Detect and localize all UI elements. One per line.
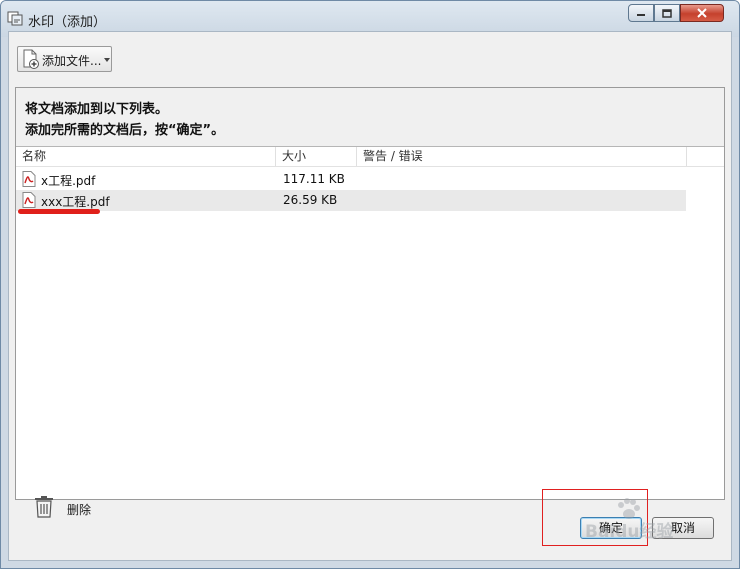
file-list-panel: 将文档添加到以下列表。 添加完所需的文档后，按“确定”。 名称 大小 警告 / … xyxy=(15,87,725,500)
instruction-line-2: 添加完所需的文档后，按“确定”。 xyxy=(25,123,225,138)
pdf-file-icon xyxy=(22,171,36,187)
watermark-app-icon xyxy=(7,11,23,26)
add-files-button[interactable]: 添加文件... xyxy=(17,46,112,72)
add-files-label: 添加文件... xyxy=(42,54,102,68)
file-size: 117.11 KB xyxy=(283,172,345,186)
maximize-button[interactable] xyxy=(654,4,680,22)
close-button[interactable] xyxy=(680,4,724,22)
table-row[interactable]: x工程.pdf 117.11 KB xyxy=(16,169,686,190)
delete-label: 删除 xyxy=(67,503,92,517)
window-caption-buttons xyxy=(628,4,724,24)
instructions-panel: 将文档添加到以下列表。 添加完所需的文档后，按“确定”。 xyxy=(16,88,724,147)
file-size: 26.59 KB xyxy=(283,193,338,207)
chevron-down-icon xyxy=(104,58,110,62)
minimize-icon xyxy=(637,14,645,16)
pdf-file-icon xyxy=(22,192,36,208)
trash-icon xyxy=(35,496,53,518)
close-icon xyxy=(697,8,707,18)
baidu-jingyan-watermark: Baidu经验 xyxy=(565,498,705,547)
dialog-window: 水印（添加） 添加文件... 将文档添加到以下列表。 添加完所需的文档后，按“确… xyxy=(0,0,740,569)
instruction-line-1: 将文档添加到以下列表。 xyxy=(25,102,169,117)
add-file-icon xyxy=(23,49,39,69)
table-row-selected[interactable]: xxx工程.pdf 26.59 KB xyxy=(16,190,686,211)
dialog-body: 添加文件... 将文档添加到以下列表。 添加完所需的文档后，按“确定”。 名称 … xyxy=(8,31,732,561)
column-header-warning[interactable]: 警告 / 错误 xyxy=(357,147,687,166)
column-header-name[interactable]: 名称 xyxy=(16,147,276,166)
annotation-underline xyxy=(18,209,100,214)
watermark-text: Baidu经验 xyxy=(585,522,674,542)
table-header: 名称 大小 警告 / 错误 xyxy=(16,147,724,167)
column-header-size[interactable]: 大小 xyxy=(276,147,357,166)
file-name: xxx工程.pdf xyxy=(41,195,110,209)
window-title: 水印（添加） xyxy=(28,15,107,30)
maximize-icon xyxy=(662,8,672,18)
delete-button[interactable]: 删除 xyxy=(33,494,103,520)
minimize-button[interactable] xyxy=(628,4,654,22)
file-name: x工程.pdf xyxy=(41,174,96,188)
